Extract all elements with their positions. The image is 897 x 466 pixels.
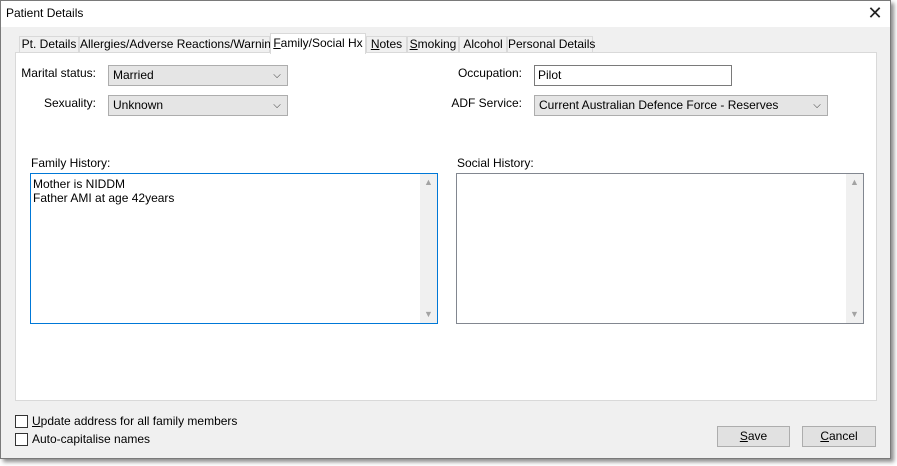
scroll-up-icon[interactable]: ▲ <box>846 174 863 191</box>
tab-mnemonic: F <box>273 36 281 50</box>
update-address-label: Update address for all family members <box>32 415 237 428</box>
chevron-down-icon: ⌵ <box>273 70 281 81</box>
scroll-down-icon[interactable]: ▼ <box>846 306 863 323</box>
tab-personal-details[interactable]: Personal Details <box>507 36 596 53</box>
occupation-label: Occupation: <box>457 66 522 80</box>
patient-details-window: Patient Details ✕ Pt. Details Allergies/… <box>0 0 891 459</box>
save-button[interactable]: Save <box>717 426 790 447</box>
occupation-input[interactable]: Pilot <box>534 65 732 86</box>
cancel-mnemonic: C <box>820 429 829 443</box>
update-address-text: pdate address for all family members <box>40 414 238 428</box>
tab-allergies[interactable]: Allergies/Adverse Reactions/Warnings <box>79 36 284 53</box>
title-bar: Patient Details ✕ <box>1 1 890 27</box>
tab-label: Pt. Details <box>21 37 77 51</box>
cancel-label: ancel <box>828 429 858 443</box>
window-title: Patient Details <box>6 6 84 20</box>
marital-status-select[interactable]: Married ⌵ <box>108 65 288 86</box>
update-address-mnemonic: U <box>32 414 41 428</box>
tab-alcohol[interactable]: Alcohol <box>459 36 507 53</box>
auto-capitalise-checkbox[interactable] <box>15 433 28 446</box>
tab-label: Alcohol <box>463 37 503 51</box>
family-history-label: Family History: <box>31 156 111 170</box>
social-history-textarea[interactable]: ▲ ▼ <box>456 173 864 324</box>
family-social-panel: Marital status: Married ⌵ Sexuality: Unk… <box>15 52 877 401</box>
social-history-scrollbar[interactable]: ▲ ▼ <box>846 174 863 323</box>
chevron-down-icon: ⌵ <box>273 100 281 111</box>
social-history-label: Social History: <box>457 156 534 170</box>
adf-service-select[interactable]: Current Australian Defence Force - Reser… <box>534 95 828 116</box>
scroll-up-icon[interactable]: ▲ <box>420 174 437 191</box>
marital-status-value: Married <box>113 68 154 82</box>
tab-pt-details[interactable]: Pt. Details <box>19 36 79 53</box>
save-mnemonic: S <box>739 429 748 443</box>
scroll-down-icon[interactable]: ▼ <box>420 306 437 323</box>
chevron-down-icon: ⌵ <box>813 100 821 111</box>
family-history-textarea[interactable]: Mother is NIDDM Father AMI at age 42year… <box>30 173 438 324</box>
social-history-text <box>459 177 845 321</box>
update-address-checkbox[interactable] <box>15 415 28 428</box>
marital-status-label: Marital status: <box>21 66 96 80</box>
sexuality-select[interactable]: Unknown ⌵ <box>108 95 288 116</box>
tab-label: Personal Details <box>508 37 596 51</box>
adf-service-value: Current Australian Defence Force - Reser… <box>539 98 779 112</box>
family-history-scrollbar[interactable]: ▲ ▼ <box>420 174 437 323</box>
family-history-text: Mother is NIDDM Father AMI at age 42year… <box>33 177 175 205</box>
tab-family-social-hx[interactable]: Family/Social Hx <box>270 33 366 54</box>
auto-capitalise-label: Auto-capitalise names <box>32 432 151 446</box>
tab-notes[interactable]: Notes <box>366 36 407 53</box>
tab-mnemonic: S <box>409 37 418 51</box>
tab-label: moking <box>417 37 457 51</box>
tab-smoking[interactable]: Smoking <box>407 36 459 53</box>
tab-label: amily/Social Hx <box>280 36 363 50</box>
tab-label: otes <box>379 37 403 51</box>
tab-label: Allergies/Adverse Reactions/Warnings <box>80 37 284 51</box>
adf-service-label: ADF Service: <box>451 96 522 110</box>
cancel-button[interactable]: Cancel <box>802 426 876 447</box>
sexuality-label: Sexuality: <box>43 96 96 110</box>
sexuality-value: Unknown <box>113 98 164 112</box>
close-icon[interactable]: ✕ <box>864 3 886 25</box>
save-label: ave <box>747 429 768 443</box>
